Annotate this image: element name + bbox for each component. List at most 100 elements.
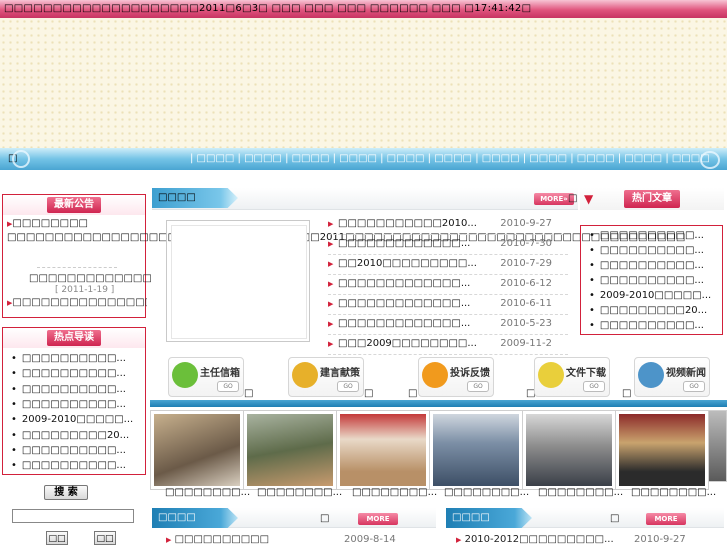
hot-reading-item[interactable]: □□□□□□□□□20... [11, 430, 129, 441]
news-row[interactable]: ▶ □□□2009□□□□□□□□... 2009-11-2 [328, 335, 568, 355]
bottom-right-item[interactable]: ▶ 2010-2012□□□□□□□□□... [456, 534, 614, 545]
nav-item[interactable]: | □□□□ [475, 153, 519, 164]
photo-image [433, 414, 519, 486]
notice-header: 最新公告 [3, 195, 145, 215]
bottom-right-title: □□□□ [446, 508, 532, 528]
photo-image [154, 414, 240, 486]
quick-link-downloads[interactable]: 文件下载 GO [534, 357, 610, 397]
quick-link-suggestions[interactable]: 建言献策 GO [288, 357, 364, 397]
divider [37, 267, 117, 268]
triangle-icon: ▶ [328, 340, 334, 348]
nav-item[interactable]: | □□□□ [190, 153, 234, 164]
photo-thumbnail[interactable] [336, 410, 430, 490]
hot-article-item[interactable]: □□□□□□□□□□... [589, 275, 704, 286]
swirl-decoration [12, 150, 30, 168]
bottom-left-item[interactable]: ▶ □□□□□□□□□□ [166, 534, 269, 545]
nav-item[interactable]: | □□□□ [238, 153, 282, 164]
photo-image [247, 414, 333, 486]
photo-caption[interactable]: □□□□□□□□... [352, 487, 437, 498]
date-time-text: □□□□□□□□□□□□□□□□□□□□2011□6□3□ □□□ □□□ □□… [4, 3, 532, 14]
photo-image [340, 414, 426, 486]
news-title[interactable]: □□□□□□□□□□□□□... [338, 278, 470, 289]
go-button[interactable]: GO [217, 381, 239, 392]
news-title[interactable]: □□□□□□□□□□□2010... [338, 218, 477, 229]
photo-thumbnail[interactable] [243, 410, 337, 490]
hot-reading-box: 热点导读 □□□□□□□□□□... □□□□□□□□□□... □□□□□□□… [2, 327, 146, 475]
hot-reading-item[interactable]: 2009-2010□□□□□... [11, 414, 133, 425]
nav-item[interactable]: | □□□□ [523, 153, 567, 164]
news-row[interactable]: ▶ □□2010□□□□□□□□□... 2010-7-29 [328, 255, 568, 275]
nav-item[interactable]: | □□□□ [618, 153, 662, 164]
search-input[interactable] [12, 509, 134, 523]
hot-reading-tag: 热点导读 [47, 330, 101, 346]
news-date: 2010-6-11 [500, 298, 552, 309]
notice-item-1[interactable]: ▶□□□□□□□□ □□□□□□□□□□□□□□□□□□□□□□□□“□□□”□… [7, 217, 685, 244]
mailbox-icon [172, 362, 198, 388]
hot-reading-item[interactable]: □□□□□□□□□□... [11, 353, 126, 364]
hot-article-item[interactable]: □□□□□□□□□20... [589, 305, 707, 316]
nav-item[interactable]: | □□□□ [380, 153, 424, 164]
nav-item[interactable]: | □□□□ [428, 153, 472, 164]
suggestion-icon [292, 362, 318, 388]
hot-reading-item[interactable]: □□□□□□□□□□... [11, 399, 126, 410]
bottom-right-more-button[interactable]: MORE [646, 513, 686, 525]
hot-article-item[interactable]: 2009-2010□□□□□... [589, 290, 711, 301]
photo-caption[interactable]: □□□□□□□□... [538, 487, 623, 498]
news-image [171, 225, 307, 339]
nav-item[interactable]: | □□□□ [333, 153, 377, 164]
go-button[interactable]: GO [583, 381, 605, 392]
photo-image [526, 414, 612, 486]
photo-thumbnail[interactable] [615, 410, 709, 490]
hot-article-item[interactable]: □□□□□□□□□□... [589, 260, 704, 271]
quick-link-mailbox[interactable]: 主任信箱 GO [168, 357, 244, 397]
section-glyph: □ [610, 513, 620, 524]
triangle-icon: ▶ [328, 220, 334, 228]
news-row[interactable]: ▶ □□□□□□□□□□□□□... 2010-7-30 [328, 235, 568, 255]
photo-thumbnail[interactable] [150, 410, 244, 490]
photo-caption[interactable]: □□□□□□□□... [165, 487, 250, 498]
quick-link-video-news[interactable]: 视频新闻 GO [634, 357, 710, 397]
hot-reading-header: 热点导读 [3, 328, 145, 348]
bottom-left-more-button[interactable]: MORE [358, 513, 398, 525]
news-title[interactable]: □□□2009□□□□□□□□... [338, 338, 477, 349]
hot-reading-item[interactable]: □□□□□□□□□□... [11, 384, 126, 395]
nav-item[interactable]: | □□□□ [570, 153, 614, 164]
news-row[interactable]: ▶ □□□□□□□□□□□□□... 2010-5-23 [328, 315, 568, 335]
photo-thumbnail-partial[interactable] [708, 410, 727, 482]
hot-reading-item[interactable]: □□□□□□□□□□... [11, 368, 126, 379]
nav-item[interactable]: | □□□□ [285, 153, 329, 164]
news-image-frame[interactable] [166, 220, 310, 342]
news-row[interactable]: ▶ □□□□□□□□□□□□□... 2010-6-12 [328, 275, 568, 295]
hot-articles-tag: 热门文章 [624, 190, 680, 208]
news-row[interactable]: ▶ □□□□□□□□□□□□□... 2010-6-11 [328, 295, 568, 315]
go-button[interactable]: GO [467, 381, 489, 392]
news-date: 2010-6-12 [500, 278, 552, 289]
quick-link-complaints[interactable]: 投诉反馈 GO [418, 357, 494, 397]
hot-article-item[interactable]: □□□□□□□□□□... [589, 245, 704, 256]
search-option-button-2[interactable]: □□ [94, 531, 116, 545]
search-button[interactable]: 搜 索 [44, 485, 88, 500]
photo-caption[interactable]: □□□□□□□□... [631, 487, 716, 498]
go-button[interactable]: GO [683, 381, 705, 392]
news-row[interactable]: ▶ □□□□□□□□□□□2010... 2010-9-27 [328, 215, 568, 235]
notice-item-3[interactable]: ▶□□□□□□□□□□□□□□□□□□□□□□□□□□□□□□□ [7, 297, 147, 308]
photo-thumbnail[interactable] [522, 410, 616, 490]
hot-article-item[interactable]: □□□□□□□□□□... [589, 320, 704, 331]
go-button[interactable]: GO [337, 381, 359, 392]
quick-glyph: □ [244, 388, 254, 399]
top-date-bar: □□□□□□□□□□□□□□□□□□□□2011□6□3□ □□□ □□□ □□… [0, 0, 727, 18]
photo-thumbnail[interactable] [429, 410, 523, 490]
hot-reading-item[interactable]: □□□□□□□□□□... [11, 445, 126, 456]
news-title[interactable]: □□□□□□□□□□□□□... [338, 298, 470, 309]
photo-caption[interactable]: □□□□□□□□... [444, 487, 529, 498]
news-title[interactable]: □□□□□□□□□□□□□... [338, 238, 470, 249]
search-option-button-1[interactable]: □□ [46, 531, 68, 545]
news-title[interactable]: □□2010□□□□□□□□□... [338, 258, 477, 269]
notice-title-2[interactable]: □□□□□□□□□□□□□ [29, 273, 152, 284]
bottom-left-title: □□□□ [152, 508, 238, 528]
hot-reading-item[interactable]: □□□□□□□□□□... [11, 460, 126, 471]
news-title[interactable]: □□□□□□□□□□□□□... [338, 318, 470, 329]
photo-image [619, 414, 705, 486]
photo-caption[interactable]: □□□□□□□□... [257, 487, 342, 498]
hot-article-item[interactable]: □□□□□□□□□□... [589, 230, 704, 241]
